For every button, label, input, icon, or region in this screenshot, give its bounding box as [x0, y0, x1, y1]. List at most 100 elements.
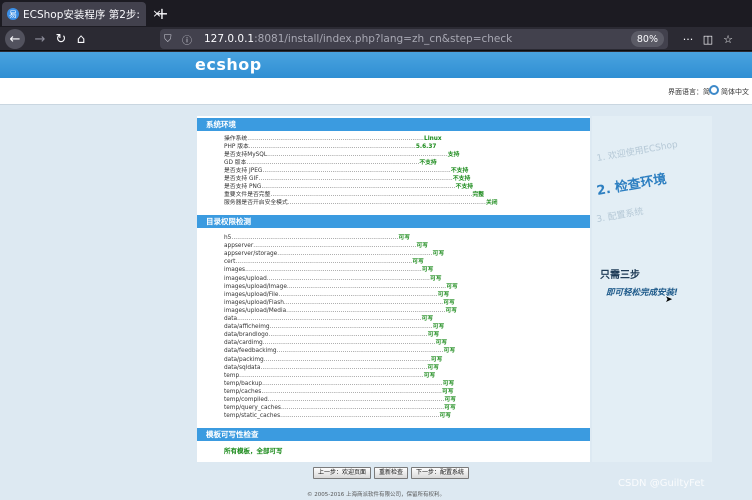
check-row: temp/static_caches......................… [224, 412, 451, 420]
check-row-value: 可写 [443, 299, 455, 306]
check-row: 是否支持 JPEG...............................… [224, 167, 468, 175]
check-row-label: data/packimg [224, 356, 264, 363]
check-row-label: PHP 版本 [224, 144, 249, 150]
check-row-label: data/afficheimg [224, 324, 270, 331]
more-actions-icon[interactable]: ··· [678, 29, 698, 49]
check-row-label: images/upload/Flash [224, 299, 284, 306]
check-row-label: images/upload/File [224, 291, 279, 298]
url-text: 127.0.0.1:8081/install/index.php?lang=zh… [204, 33, 512, 45]
url-bar[interactable]: ⛉ ⓘ 127.0.0.1:8081/install/index.php?lan… [160, 29, 668, 49]
check-row-value: 可写 [429, 275, 442, 282]
check-row-value: 可写 [423, 372, 436, 379]
check-row-value: 不支持 [419, 160, 437, 166]
check-row: data/sqldata............................… [224, 364, 439, 372]
check-row-value: 不支持 [455, 184, 474, 190]
check-row: PHP 版本..................................… [224, 143, 436, 151]
check-row: temp/backup.............................… [224, 380, 454, 388]
check-row-label: data/feedbackimg [224, 348, 277, 355]
tab-bar: 易 ECShop安装程序 第2步: × + [0, 0, 752, 27]
check-row: temp/query_caches.......................… [224, 404, 456, 412]
info-icon[interactable]: ⓘ [182, 32, 196, 47]
check-row-value: 可写 [432, 324, 445, 331]
prev-step-button[interactable]: 上一步：欢迎页面 [313, 467, 372, 479]
check-row: 是否支持 PNG................................… [224, 183, 473, 191]
check-row-label: images [224, 267, 246, 274]
copyright-footer: © 2005-2016 上海商派软件有限公司，保留所有权利。 [307, 492, 445, 498]
favicon-icon: 易 [7, 8, 19, 20]
navigation-bar: ← → ↻ ⌂ ⛉ ⓘ 127.0.0.1:8081/install/index… [0, 27, 752, 51]
step-3-label: 3. 配置系统 [595, 206, 645, 226]
check-row-value: 可写 [442, 380, 455, 387]
forward-arrow-icon[interactable]: → [30, 29, 50, 49]
dotted-leader: ........................................… [246, 160, 420, 166]
check-row-label: images/upload/Image [224, 283, 287, 290]
template-perm-result: 所有模板，全部可写 [224, 447, 283, 455]
check-row-label: temp/backup [224, 380, 263, 387]
check-row: images/upload/Media.....................… [224, 307, 457, 315]
check-row: data/afficheimg.........................… [224, 323, 444, 331]
bookmark-star-icon[interactable]: ☆ [718, 29, 738, 49]
mouse-cursor-icon: ➤ [665, 295, 673, 305]
zoom-level[interactable]: 80% [630, 31, 664, 47]
check-row: images/upload...........................… [224, 275, 442, 283]
dotted-leader: ........................................… [260, 364, 428, 371]
check-row-label: cert [224, 259, 236, 266]
home-icon[interactable]: ⌂ [71, 29, 91, 49]
browser-tab[interactable]: 易 ECShop安装程序 第2步: [2, 2, 146, 26]
check-row-label: appserver [224, 243, 254, 250]
dotted-leader: ........................................… [267, 152, 448, 158]
page-content: ecshop 界面语言：简 简体中文 系统环境 操作系统............… [0, 52, 752, 500]
check-row-label: 是否支持 JPEG [224, 168, 263, 174]
check-row-label: data/cardimg [224, 340, 263, 347]
next-step-button[interactable]: 下一步：配置系统 [411, 467, 470, 479]
dotted-leader: ........................................… [231, 235, 399, 241]
dotted-leader: ........................................… [245, 267, 422, 274]
dotted-leader: ........................................… [248, 144, 416, 150]
reload-icon[interactable]: ↻ [51, 29, 71, 49]
check-row-label: temp/static_caches [224, 413, 281, 420]
dotted-leader: ........................................… [261, 388, 442, 395]
dotted-leader: ........................................… [283, 299, 444, 306]
check-row-label: 是否支持 PNG [224, 184, 262, 190]
check-row: images..................................… [224, 266, 433, 274]
shield-icon[interactable]: ⛉ [164, 34, 178, 45]
check-row-label: data/brandlogo [224, 332, 269, 339]
check-row: 是否支持MySQL...............................… [224, 151, 459, 159]
check-row-value: 可写 [443, 348, 456, 355]
check-row-value: 可写 [421, 316, 434, 322]
step-1-label: 1. 欢迎使用ECShop [596, 139, 679, 165]
language-radio[interactable] [709, 85, 719, 95]
dotted-leader: ........................................… [258, 176, 453, 182]
dotted-leader: ........................................… [286, 283, 447, 290]
language-bar: 界面语言：简 简体中文 [0, 78, 752, 105]
check-row-value: 可写 [421, 267, 434, 274]
check-row: data/brandlogo..........................… [224, 331, 439, 339]
check-row-label: images/upload [224, 275, 267, 282]
dotted-leader: ........................................… [262, 340, 436, 347]
check-row-value: 可写 [444, 397, 457, 403]
check-row: 重要文件是否完整................................… [224, 191, 484, 199]
pocket-icon[interactable]: ◫ [698, 29, 718, 49]
check-row: h5......................................… [224, 234, 410, 242]
check-row-label: temp/compiled [224, 397, 268, 403]
url-path: :8081/install/index.php?lang=zh_cn&step=… [254, 33, 513, 45]
dotted-leader: ........................................… [277, 251, 433, 258]
dotted-leader: ........................................… [287, 200, 486, 206]
dotted-leader: ........................................… [278, 291, 438, 298]
check-row: temp/caches.............................… [224, 388, 454, 396]
csdn-watermark: CSDN @GuiltyFet [618, 478, 705, 489]
dotted-leader: ........................................… [247, 136, 424, 142]
check-row-label: images/upload/Media [224, 307, 287, 314]
new-tab-button[interactable]: + [154, 3, 170, 23]
dotted-leader: ........................................… [270, 192, 473, 198]
language-option[interactable]: 简体中文 [721, 87, 749, 97]
system-env-title: 系统环境 [197, 118, 590, 131]
recheck-button[interactable]: 重新检查 [374, 467, 409, 479]
check-row-label: 是否支持MySQL [224, 152, 268, 158]
dotted-leader: ........................................… [235, 259, 413, 266]
back-arrow-icon[interactable]: ← [5, 29, 25, 49]
tab-title: ECShop安装程序 第2步: [23, 8, 140, 21]
check-row: data....................................… [224, 315, 433, 323]
check-row-value: 可写 [441, 388, 454, 395]
dotted-leader: ........................................… [253, 243, 417, 250]
